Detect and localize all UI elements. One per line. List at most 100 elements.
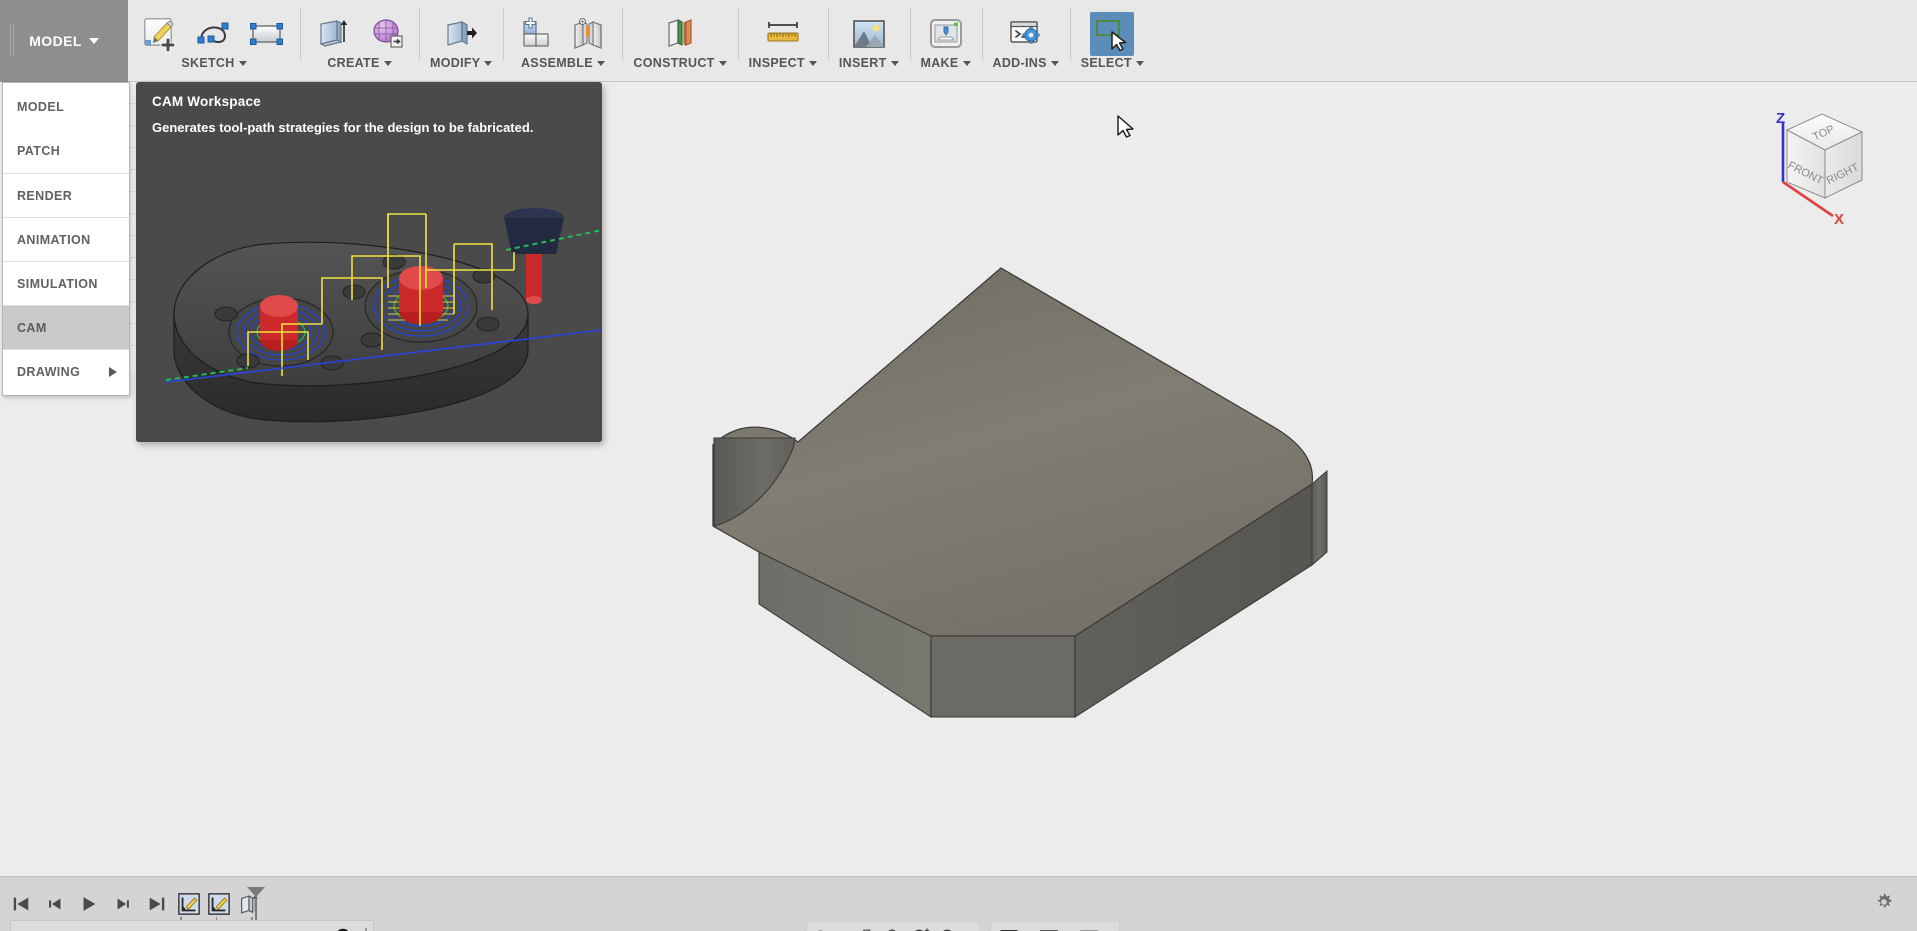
timeline-settings-gear-icon[interactable] — [1873, 891, 1897, 915]
workspace-menu-item-render[interactable]: RENDER — [3, 173, 129, 217]
zoom-icon[interactable] — [907, 924, 935, 931]
create-sketch-icon[interactable] — [139, 12, 183, 56]
cam-toolpath-preview-image — [136, 154, 602, 442]
workspace-dropdown-menu: MODEL PATCH RENDER ANIMATION SIMULATION … — [2, 82, 130, 396]
chevron-down-icon — [890, 61, 899, 66]
chevron-down-icon — [383, 61, 392, 66]
press-pull-icon[interactable] — [439, 12, 483, 56]
workspace-menu-item-cam[interactable]: CAM — [3, 305, 129, 349]
workspace-switcher-button[interactable]: MODEL — [0, 0, 128, 82]
go-to-end-icon[interactable] — [144, 889, 170, 919]
ribbon-group-assemble: ASSEMBLE — [503, 0, 622, 82]
ribbon-group-sketch: SKETCH — [128, 0, 300, 82]
display-settings-dropdown-caret[interactable] — [1023, 924, 1035, 931]
chevron-down-icon — [718, 61, 727, 66]
ribbon-label-text: SKETCH — [181, 56, 235, 70]
step-back-icon[interactable] — [42, 889, 68, 919]
go-to-beginning-icon[interactable] — [8, 889, 34, 919]
ribbon-group-label-inspect[interactable]: INSPECT — [749, 56, 817, 70]
add-comment-icon[interactable] — [333, 926, 353, 931]
tooltip-description: Generates tool-path strategies for the d… — [152, 120, 534, 135]
ribbon-group-label-make[interactable]: MAKE — [921, 56, 971, 70]
grid-snaps-dropdown-caret[interactable] — [1063, 924, 1075, 931]
comments-panel[interactable]: COMMENTS — [10, 920, 374, 931]
play-icon[interactable] — [76, 889, 102, 919]
display-settings-icon[interactable] — [995, 924, 1023, 931]
navigation-bar — [806, 920, 1120, 931]
sketch-feature-icon[interactable] — [206, 891, 232, 917]
workspace-menu-item-drawing[interactable]: DRAWING — [3, 349, 129, 393]
view-cube[interactable]: TOP FRONT RIGHT Z X — [1747, 94, 1897, 229]
fusion360-application-window: MODEL SKETCH CREATE MODIFY ASSEMBLE CONS… — [0, 0, 1917, 931]
workspace-menu-item-simulation[interactable]: SIMULATION — [3, 261, 129, 305]
tooltip-title: CAM Workspace — [152, 94, 261, 109]
ribbon-label-text: MODIFY — [430, 56, 481, 70]
navbar-group-display — [990, 921, 1120, 931]
joint-icon[interactable] — [567, 12, 611, 56]
ribbon-label-text: SELECT — [1080, 56, 1132, 70]
workspace-menu-label: PATCH — [17, 144, 61, 158]
new-component-icon[interactable] — [514, 12, 558, 56]
ribbon-group-label-addins[interactable]: ADD-INS — [993, 56, 1059, 70]
timeline-playback-controls — [8, 887, 170, 921]
ribbon-group-container: SKETCH CREATE MODIFY ASSEMBLE CONSTRUCT … — [128, 0, 1155, 82]
ribbon-group-label-select[interactable]: SELECT — [1081, 56, 1144, 70]
chevron-down-icon — [808, 61, 817, 66]
create-form-icon[interactable] — [364, 12, 408, 56]
ribbon-label-text: CONSTRUCT — [633, 56, 715, 70]
ribbon-group-label-create[interactable]: CREATE — [327, 56, 392, 70]
orbit-icon[interactable] — [811, 924, 839, 931]
timeline-end-marker[interactable] — [245, 885, 267, 926]
workspace-menu-label: CAM — [17, 320, 47, 335]
fit-zoom-icon[interactable] — [935, 924, 963, 931]
look-at-icon[interactable] — [851, 924, 879, 931]
sketch-rectangle-icon[interactable] — [245, 12, 289, 56]
ribbon-group-label-modify[interactable]: MODIFY — [430, 56, 493, 70]
3d-print-icon[interactable] — [924, 12, 968, 56]
viewport-layout-dropdown-caret[interactable] — [1103, 924, 1115, 931]
ribbon-label-text: ADD-INS — [992, 56, 1047, 70]
navbar-group-view — [806, 921, 980, 931]
workspace-menu-item-patch[interactable]: PATCH — [3, 129, 129, 173]
chevron-down-icon — [1050, 61, 1059, 66]
viewport-layout-icon[interactable] — [1075, 924, 1103, 931]
ribbon-group-label-insert[interactable]: INSERT — [839, 56, 899, 70]
chevron-down-icon — [88, 38, 99, 44]
workspace-menu-label: DRAWING — [17, 364, 81, 379]
ribbon-group-addins: ADD-INS — [981, 0, 1070, 82]
ribbon-label-text: MAKE — [920, 56, 959, 70]
workspace-tooltip: CAM Workspace Generates tool-path strate… — [136, 82, 602, 442]
sketch-spline-icon[interactable] — [192, 12, 236, 56]
extrude-icon[interactable] — [311, 12, 355, 56]
workspace-menu-label: SIMULATION — [17, 276, 98, 291]
chevron-down-icon — [1135, 61, 1144, 66]
workspace-menu-item-model[interactable]: MODEL — [3, 85, 129, 129]
viewcube-axis-x-label: X — [1834, 211, 1844, 228]
step-forward-icon[interactable] — [110, 889, 136, 919]
ribbon-group-label-construct[interactable]: CONSTRUCT — [633, 56, 727, 70]
orbit-dropdown-caret[interactable] — [839, 924, 851, 931]
fit-zoom-dropdown-caret[interactable] — [963, 924, 975, 931]
insert-image-icon[interactable] — [847, 12, 891, 56]
top-ribbon-toolbar: MODEL SKETCH CREATE MODIFY ASSEMBLE CONS… — [0, 0, 1917, 82]
offset-plane-icon[interactable] — [658, 12, 702, 56]
workspace-menu-label: ANIMATION — [17, 232, 91, 247]
pan-hand-icon[interactable] — [879, 924, 907, 931]
workspace-menu-label: MODEL — [17, 100, 65, 114]
workspace-menu-label: RENDER — [17, 188, 73, 203]
workspace-switcher-label: MODEL — [29, 33, 82, 49]
ribbon-group-insert: INSERT — [827, 0, 910, 82]
sketch-feature-icon[interactable] — [176, 891, 202, 917]
scripts-addins-icon[interactable] — [1004, 12, 1048, 56]
select-window-icon[interactable] — [1090, 12, 1135, 56]
ribbon-label-text: ASSEMBLE — [520, 56, 593, 70]
ribbon-group-label-sketch[interactable]: SKETCH — [181, 56, 247, 70]
ribbon-group-make: MAKE — [909, 0, 982, 82]
chevron-right-icon — [109, 366, 117, 377]
ribbon-group-label-assemble[interactable]: ASSEMBLE — [521, 56, 605, 70]
ribbon-group-construct: CONSTRUCT — [622, 0, 737, 82]
measure-icon[interactable] — [761, 12, 805, 56]
chevron-down-icon — [596, 61, 605, 66]
workspace-menu-item-animation[interactable]: ANIMATION — [3, 217, 129, 261]
grid-snaps-icon[interactable] — [1035, 924, 1063, 931]
